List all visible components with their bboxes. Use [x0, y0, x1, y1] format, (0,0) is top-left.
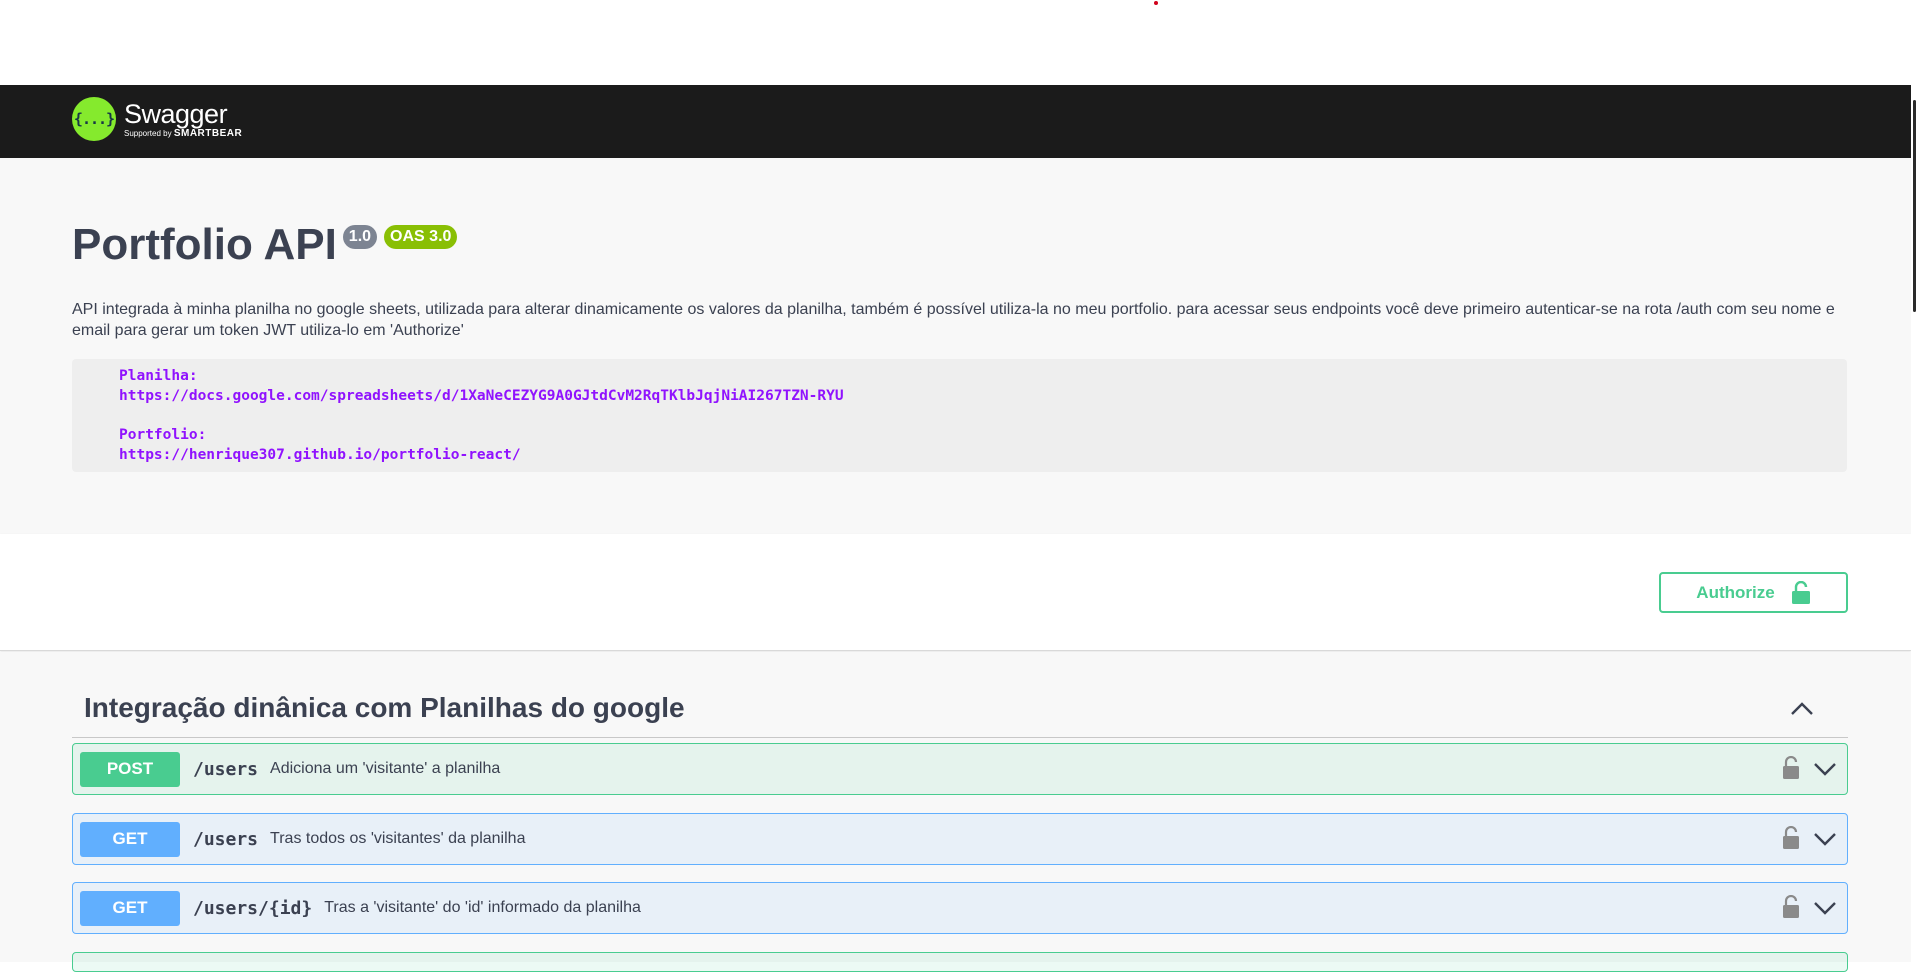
- portfolio-url: https://henrique307.github.io/portfolio-…: [119, 447, 521, 463]
- scheme-container: Authorize: [0, 534, 1911, 651]
- chevron-down-icon[interactable]: [1813, 758, 1837, 780]
- operations-section: Integração dinânica com Planilhas do goo…: [0, 652, 1911, 972]
- operation-path: /users/{id}: [193, 897, 313, 919]
- title-row: Portfolio API 1.0 OAS 3.0: [72, 220, 458, 270]
- lock-icon[interactable]: [1782, 826, 1800, 850]
- opblock-get-users[interactable]: GET /users Tras todos os 'visitantes' da…: [72, 813, 1848, 865]
- method-badge: GET: [80, 821, 180, 857]
- swagger-logo-icon: {...}: [72, 97, 116, 141]
- opblock-next-partial[interactable]: [72, 952, 1848, 972]
- browser-top-area: [0, 0, 1918, 85]
- operation-path: /users: [193, 758, 259, 780]
- logo-name: Swagger: [124, 98, 228, 129]
- chevron-down-icon[interactable]: [1813, 897, 1837, 919]
- swagger-logo[interactable]: {...} Swagger Supported by SMARTBEAR: [72, 97, 242, 141]
- chevron-up-icon[interactable]: [1787, 694, 1817, 724]
- planilha-label: Planilha:: [119, 368, 198, 384]
- operation-path: /users: [193, 828, 259, 850]
- lock-open-icon: [1791, 580, 1810, 604]
- operation-summary: Tras a 'visitante' do 'id' informado da …: [324, 899, 641, 916]
- operation-summary: Adiciona um 'visitante' a planilha: [270, 760, 501, 777]
- chevron-down-icon[interactable]: [1813, 828, 1837, 850]
- operation-summary: Tras todos os 'visitantes' da planilha: [270, 830, 526, 847]
- opblock-get-user-by-id[interactable]: GET /users/{id} Tras a 'visitante' do 'i…: [72, 882, 1848, 934]
- planilha-url: https://docs.google.com/spreadsheets/d/1…: [119, 388, 844, 404]
- scrollbar-thumb[interactable]: [1913, 100, 1916, 312]
- lock-icon[interactable]: [1782, 756, 1800, 780]
- page-title: Portfolio API: [72, 220, 337, 269]
- lock-icon[interactable]: [1782, 895, 1800, 919]
- logo-sub: Supported by SMARTBEAR: [124, 127, 243, 139]
- opblock-post-users[interactable]: POST /users Adiciona um 'visitante' a pl…: [72, 743, 1848, 795]
- logo-text: Swagger Supported by SMARTBEAR: [124, 100, 242, 139]
- logo-sub-prefix: Supported by: [124, 128, 172, 138]
- authorize-label: Authorize: [1696, 582, 1775, 602]
- tag-section-header[interactable]: Integração dinânica com Planilhas do goo…: [72, 684, 1848, 738]
- api-info-section: Portfolio API 1.0 OAS 3.0 API integrada …: [0, 158, 1911, 534]
- tag-title: Integração dinânica com Planilhas do goo…: [84, 692, 685, 723]
- logo-sub-brand: SMARTBEAR: [173, 127, 243, 139]
- oas-badge: OAS 3.0: [384, 225, 458, 249]
- api-description: API integrada à minha planilha no google…: [72, 301, 1835, 339]
- method-badge: POST: [80, 751, 180, 787]
- red-dot-marker: [1154, 1, 1158, 5]
- version-badge: 1.0: [342, 225, 378, 249]
- authorize-button[interactable]: Authorize: [1659, 572, 1848, 613]
- portfolio-label: Portfolio:: [119, 427, 207, 443]
- method-badge: GET: [80, 890, 180, 926]
- code-block: Planilha: https://docs.google.com/spread…: [72, 359, 1847, 472]
- swagger-topbar: {...} Swagger Supported by SMARTBEAR: [0, 85, 1918, 158]
